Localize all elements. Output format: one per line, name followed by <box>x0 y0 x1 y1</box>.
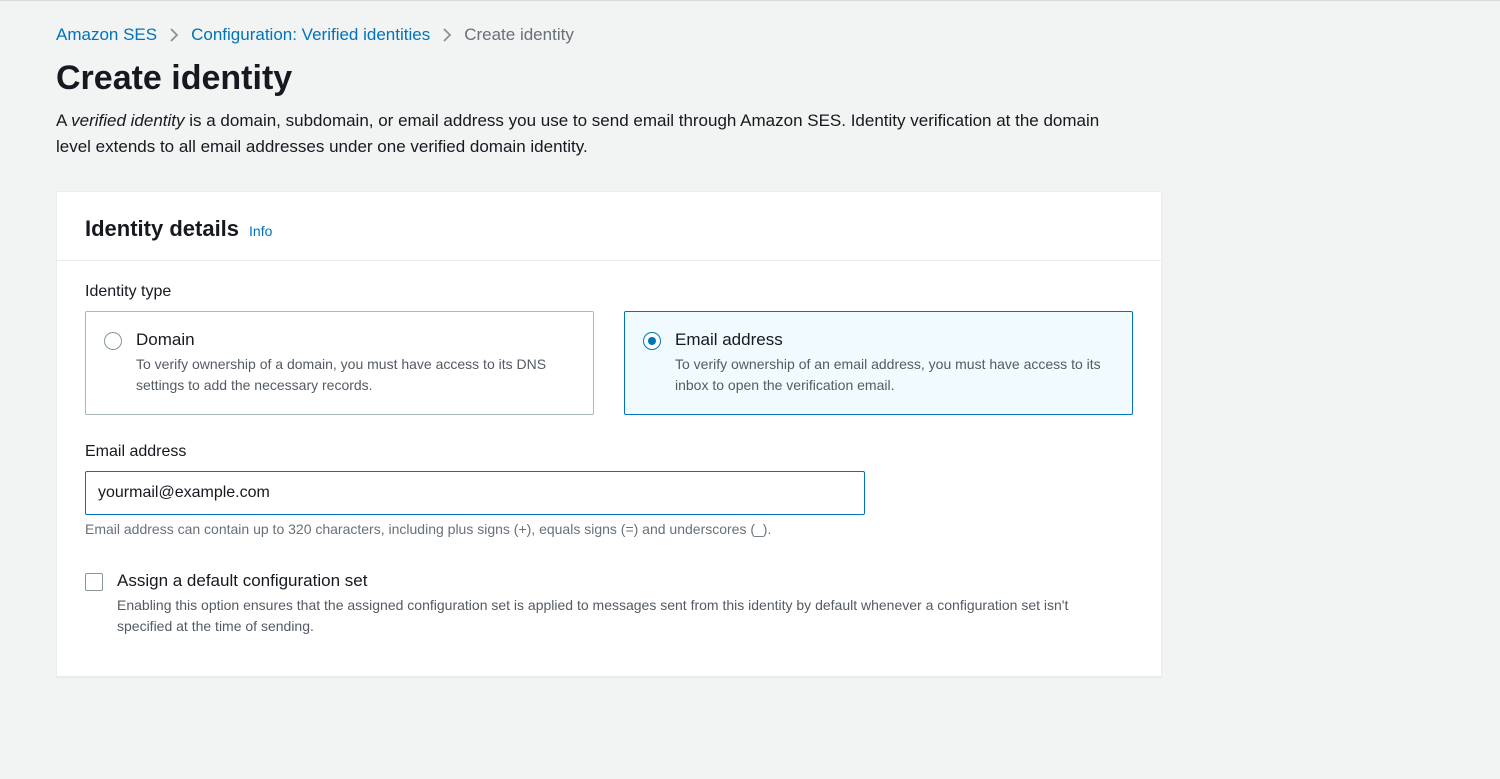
tile-description: To verify ownership of an email address,… <box>675 354 1114 396</box>
email-address-help: Email address can contain up to 320 char… <box>85 521 1133 537</box>
radio-icon <box>643 332 661 350</box>
email-address-input[interactable] <box>85 471 865 515</box>
assign-config-set-title: Assign a default configuration set <box>117 571 1117 591</box>
identity-type-label: Identity type <box>85 283 1133 301</box>
identity-type-domain-tile[interactable]: Domain To verify ownership of a domain, … <box>85 311 594 415</box>
radio-icon <box>104 332 122 350</box>
breadcrumb: Amazon SES Configuration: Verified ident… <box>56 25 1444 45</box>
breadcrumb-link-service[interactable]: Amazon SES <box>56 25 157 45</box>
identity-type-email-tile[interactable]: Email address To verify ownership of an … <box>624 311 1133 415</box>
page-title: Create identity <box>56 59 1444 98</box>
panel-title: Identity details <box>85 216 239 242</box>
assign-config-set-checkbox[interactable] <box>85 573 103 591</box>
tile-title: Email address <box>675 330 1114 350</box>
chevron-right-icon <box>169 28 179 42</box>
breadcrumb-current: Create identity <box>464 25 574 45</box>
breadcrumb-link-section[interactable]: Configuration: Verified identities <box>191 25 430 45</box>
page-description: A verified identity is a domain, subdoma… <box>56 108 1136 161</box>
tile-description: To verify ownership of a domain, you mus… <box>136 354 575 396</box>
chevron-right-icon <box>442 28 452 42</box>
info-link[interactable]: Info <box>249 223 272 239</box>
tile-title: Domain <box>136 330 575 350</box>
email-address-label: Email address <box>85 443 1133 461</box>
assign-config-set-description: Enabling this option ensures that the as… <box>117 595 1117 638</box>
identity-details-panel: Identity details Info Identity type Doma… <box>56 191 1162 677</box>
